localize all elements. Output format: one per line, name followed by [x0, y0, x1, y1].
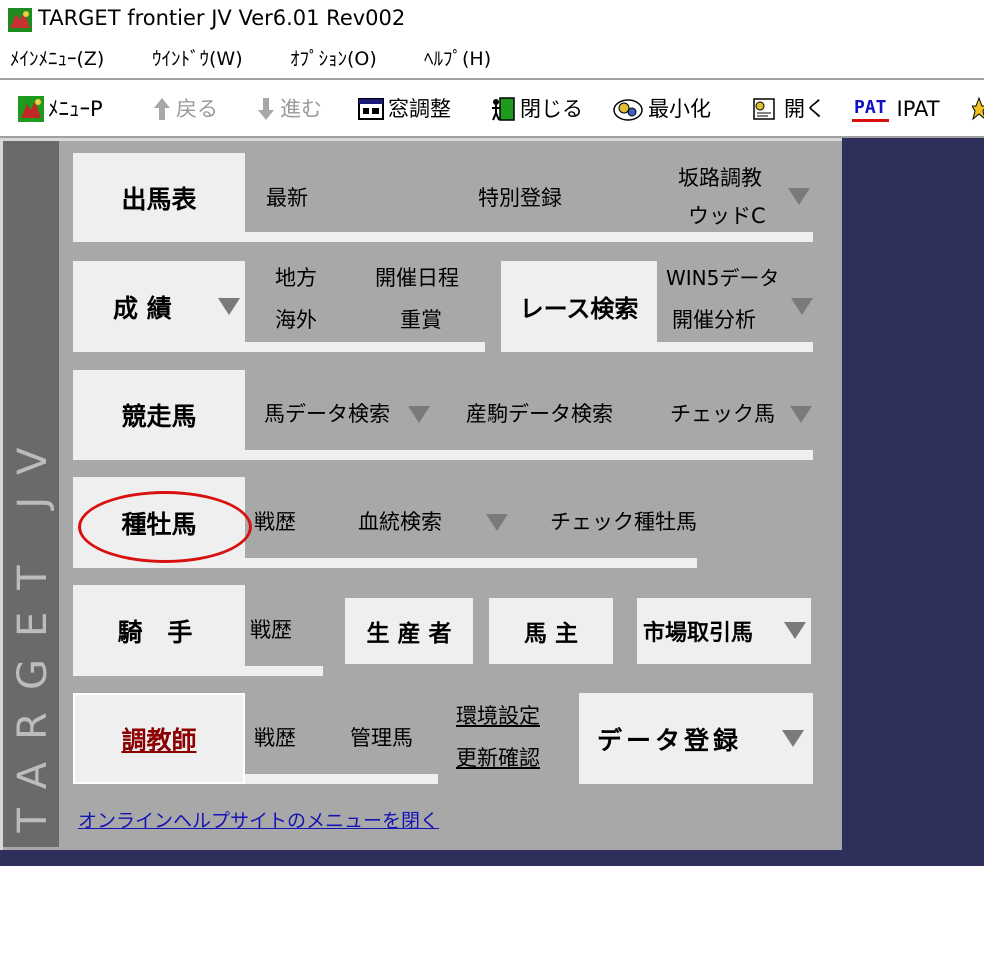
- pedigree-dropdown-icon[interactable]: [486, 514, 508, 531]
- check-horse-dropdown-icon[interactable]: [790, 406, 812, 423]
- foal-data-search-link[interactable]: 産駒データ検索: [466, 400, 613, 428]
- menu-help[interactable]: ﾍﾙﾌﾟ(H): [424, 46, 491, 72]
- special-registration-link[interactable]: 特別登録: [478, 184, 562, 212]
- menu-p-button[interactable]: ﾒﾆｭｰP: [18, 94, 103, 124]
- door-exit-icon: [492, 97, 515, 121]
- menu-window[interactable]: ｳｲﾝﾄﾞｳ(W): [152, 46, 243, 72]
- sidebar-brand-text: TARGET JV: [10, 425, 56, 833]
- window-icon: [358, 98, 384, 120]
- kaigai-link[interactable]: 海外: [275, 306, 317, 334]
- window-adjust-button[interactable]: 窓調整: [358, 94, 451, 124]
- data-register-button[interactable]: データ登録: [579, 693, 813, 784]
- jockey-record-link[interactable]: 戦歴: [250, 616, 292, 644]
- minimize-label: 最小化: [648, 97, 711, 121]
- menu-main[interactable]: ﾒｲﾝﾒﾆｭｰ(Z): [10, 46, 104, 72]
- row-horse-strip: [245, 450, 813, 460]
- pedigree-search-link[interactable]: 血統検索: [358, 508, 442, 536]
- workspace-background: [842, 138, 984, 866]
- row-stallion-strip: [245, 558, 697, 568]
- race-search-dropdown-icon[interactable]: [791, 298, 813, 315]
- breeder-button[interactable]: 生 産 者: [345, 598, 473, 664]
- stallion-record-link[interactable]: 戦歴: [254, 508, 296, 536]
- check-horse-link[interactable]: チェック馬: [670, 400, 775, 428]
- menu-separator: [0, 78, 984, 80]
- racehorse-button[interactable]: 競走馬: [73, 370, 245, 460]
- horse-search-dropdown-icon[interactable]: [408, 406, 430, 423]
- close-label: 閉じる: [520, 97, 583, 121]
- owner-button[interactable]: 馬 主: [489, 598, 613, 664]
- online-help-link[interactable]: オンラインヘルプサイトのメニューを閉く: [78, 806, 439, 833]
- row-shutsuba-strip: [245, 232, 813, 242]
- row-jockey-strip: [245, 666, 323, 676]
- menu-p-label: ﾒﾆｭｰP: [48, 97, 103, 121]
- chiho-link[interactable]: 地方: [275, 264, 317, 292]
- app-logo-icon: [8, 8, 32, 32]
- open-button[interactable]: 開く: [748, 94, 826, 124]
- menu-bar: ﾒｲﾝﾒﾆｭｰ(Z) ｳｲﾝﾄﾞｳ(W) ｵﾌﾟｼｮﾝ(O) ﾍﾙﾌﾟ(H): [0, 40, 984, 76]
- back-label: 戻る: [176, 97, 218, 121]
- sidebar: TARGET JV: [3, 141, 59, 847]
- trainer-record-link[interactable]: 戦歴: [254, 724, 296, 752]
- shutsuba-latest-link[interactable]: 最新: [266, 184, 308, 212]
- race-analysis-link[interactable]: 開催分析: [672, 306, 756, 334]
- arrow-up-icon: [154, 98, 170, 120]
- highlight-circle: [78, 491, 252, 563]
- race-schedule-link[interactable]: 開催日程: [375, 264, 459, 292]
- ipat-label: IPAT: [896, 97, 940, 121]
- hanro-training-link[interactable]: 坂路調教: [678, 164, 762, 192]
- title-bar: TARGET frontier JV Ver6.01 Rev002: [0, 0, 984, 38]
- ipat-badge-icon: PAT: [852, 96, 889, 122]
- window-adjust-label: 窓調整: [388, 97, 451, 121]
- minimize-cloud-icon: [613, 99, 643, 121]
- update-check-link[interactable]: 更新確認: [456, 742, 540, 772]
- market-dropdown-icon[interactable]: [784, 622, 806, 639]
- arrow-down-icon: [258, 98, 274, 120]
- settings-link[interactable]: 環境設定: [456, 700, 540, 730]
- check-stallion-link[interactable]: チェック種牡馬: [550, 508, 697, 536]
- wood-training-link[interactable]: ウッドC: [688, 202, 766, 230]
- jusho-link[interactable]: 重賞: [400, 306, 442, 334]
- toolbar: ﾒﾆｭｰP 戻る 進む 窓調整 閉じる 最小化 開く PAT IPAT: [0, 82, 984, 136]
- close-button[interactable]: 閉じる: [490, 94, 583, 124]
- shutsuba-dropdown-icon[interactable]: [788, 188, 810, 205]
- workspace-background-bottom: [0, 850, 984, 866]
- minimize-button[interactable]: 最小化: [612, 94, 711, 124]
- managed-horse-link[interactable]: 管理馬: [350, 724, 413, 752]
- ipat-button[interactable]: PAT IPAT: [852, 94, 940, 124]
- back-button[interactable]: 戻る: [152, 94, 218, 124]
- data-register-dropdown-icon[interactable]: [782, 730, 804, 747]
- horse-menu-icon: [18, 96, 44, 122]
- shutsuba-button[interactable]: 出馬表: [73, 153, 245, 242]
- open-document-icon: [753, 98, 775, 120]
- open-label: 開く: [784, 97, 826, 121]
- seiseki-dropdown-icon[interactable]: [218, 298, 240, 315]
- row-seiseki-strip: [245, 342, 485, 352]
- race-search-button[interactable]: レース検索: [501, 261, 657, 352]
- win5-data-link[interactable]: WIN5データ: [666, 264, 779, 292]
- star-icon[interactable]: [972, 96, 984, 122]
- forward-label: 進む: [280, 97, 322, 121]
- jockey-button[interactable]: 騎 手: [73, 585, 245, 676]
- row-trainer-strip: [245, 774, 438, 784]
- row-race-search-strip: [657, 342, 813, 352]
- menu-options[interactable]: ｵﾌﾟｼｮﾝ(O): [290, 46, 377, 72]
- trainer-button[interactable]: 調教師: [73, 693, 245, 784]
- horse-data-search-link[interactable]: 馬データ検索: [264, 400, 390, 428]
- forward-button[interactable]: 進む: [256, 94, 322, 124]
- window-title: TARGET frontier JV Ver6.01 Rev002: [38, 6, 406, 30]
